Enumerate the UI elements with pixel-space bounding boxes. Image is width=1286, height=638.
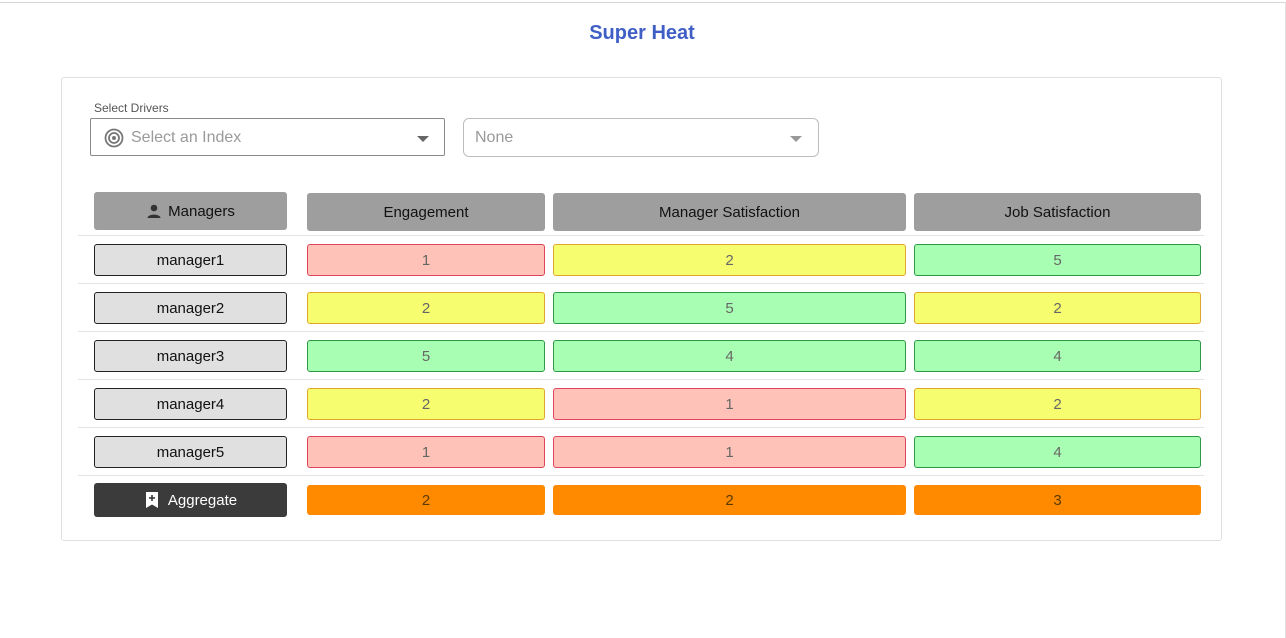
heat-cell[interactable]: 4 [914, 436, 1201, 468]
manager-button[interactable]: manager3 [94, 340, 287, 372]
manager-button[interactable]: manager1 [94, 244, 287, 276]
heat-cell[interactable]: 1 [307, 436, 545, 468]
heat-cell[interactable]: 4 [553, 340, 906, 372]
manager-button[interactable]: manager5 [94, 436, 287, 468]
managers-header-label: Managers [168, 202, 235, 220]
heat-cell[interactable]: 5 [914, 244, 1201, 276]
managers-header[interactable]: Managers [94, 192, 287, 230]
second-driver-select[interactable]: None [463, 118, 819, 157]
page-title: Super Heat [589, 22, 695, 44]
aggregate-cell[interactable]: 2 [553, 485, 906, 515]
row-divider [78, 427, 1204, 428]
column-header-engagement[interactable]: Engagement [307, 193, 545, 231]
manager-button[interactable]: manager4 [94, 388, 287, 420]
heat-cell[interactable]: 2 [307, 388, 545, 420]
heat-cell[interactable]: 1 [553, 388, 906, 420]
caret-down-icon[interactable] [790, 136, 802, 142]
aggregate-cell[interactable]: 2 [307, 485, 545, 515]
heat-cell[interactable]: 2 [307, 292, 545, 324]
aggregate-button[interactable]: Aggregate [94, 483, 287, 517]
heat-cell[interactable]: 5 [307, 340, 545, 372]
heat-cell[interactable]: 1 [553, 436, 906, 468]
row-divider [78, 475, 1204, 476]
aggregate-cell[interactable]: 3 [914, 485, 1201, 515]
bookmark-plus-icon [145, 492, 158, 508]
heat-cell[interactable]: 4 [914, 340, 1201, 372]
heat-cell[interactable]: 2 [914, 292, 1201, 324]
column-header-job-satisfaction[interactable]: Job Satisfaction [914, 193, 1201, 231]
second-driver-value: None [475, 129, 514, 146]
row-divider [78, 283, 1204, 284]
heat-cell[interactable]: 5 [553, 292, 906, 324]
row-divider [78, 235, 1204, 236]
column-header-manager-satisfaction[interactable]: Manager Satisfaction [553, 193, 906, 231]
index-select[interactable]: Select an Index [90, 118, 445, 156]
top-divider [0, 2, 1286, 3]
row-divider [78, 379, 1204, 380]
heat-cell[interactable]: 1 [307, 244, 545, 276]
index-select-placeholder: Select an Index [131, 129, 242, 146]
caret-down-icon[interactable] [417, 136, 429, 142]
target-icon [104, 128, 124, 148]
heat-cell[interactable]: 2 [914, 388, 1201, 420]
row-divider [78, 331, 1204, 332]
heat-cell[interactable]: 2 [553, 244, 906, 276]
aggregate-label: Aggregate [167, 491, 238, 509]
select-drivers-label: Select Drivers [94, 101, 169, 115]
manager-button[interactable]: manager2 [94, 292, 287, 324]
person-icon [147, 204, 161, 218]
